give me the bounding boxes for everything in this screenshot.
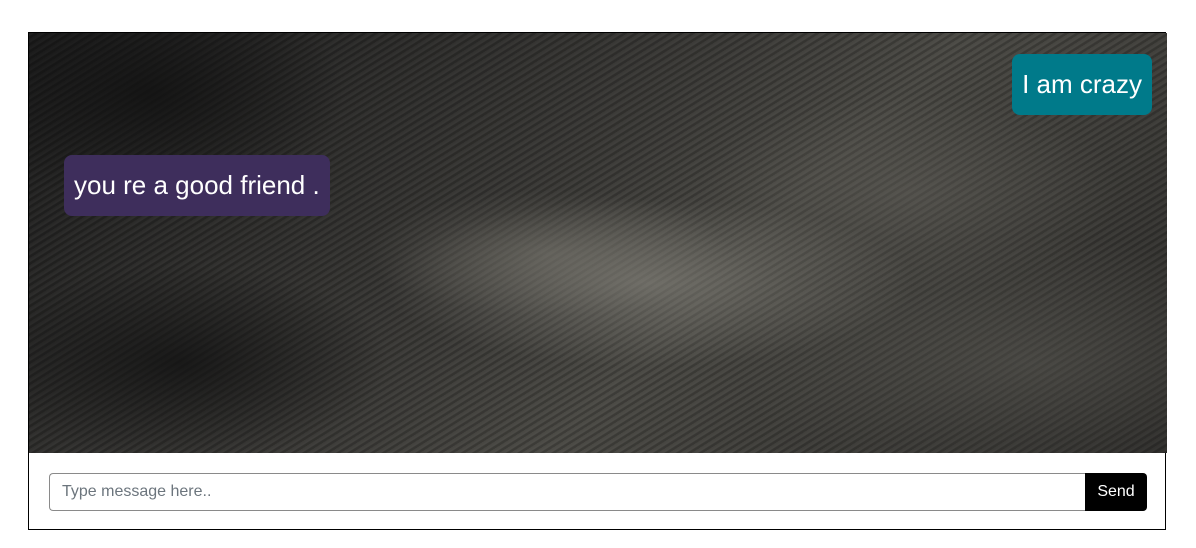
chat-window: I am crazy you re a good friend . Send xyxy=(28,32,1167,530)
message-input[interactable] xyxy=(49,473,1085,511)
message-area: I am crazy you re a good friend . xyxy=(29,33,1167,453)
received-message-bubble: you re a good friend . xyxy=(64,155,330,216)
send-button[interactable]: Send xyxy=(1085,473,1147,511)
message-composer: Send xyxy=(49,473,1147,511)
sent-message-bubble: I am crazy xyxy=(1012,54,1152,115)
